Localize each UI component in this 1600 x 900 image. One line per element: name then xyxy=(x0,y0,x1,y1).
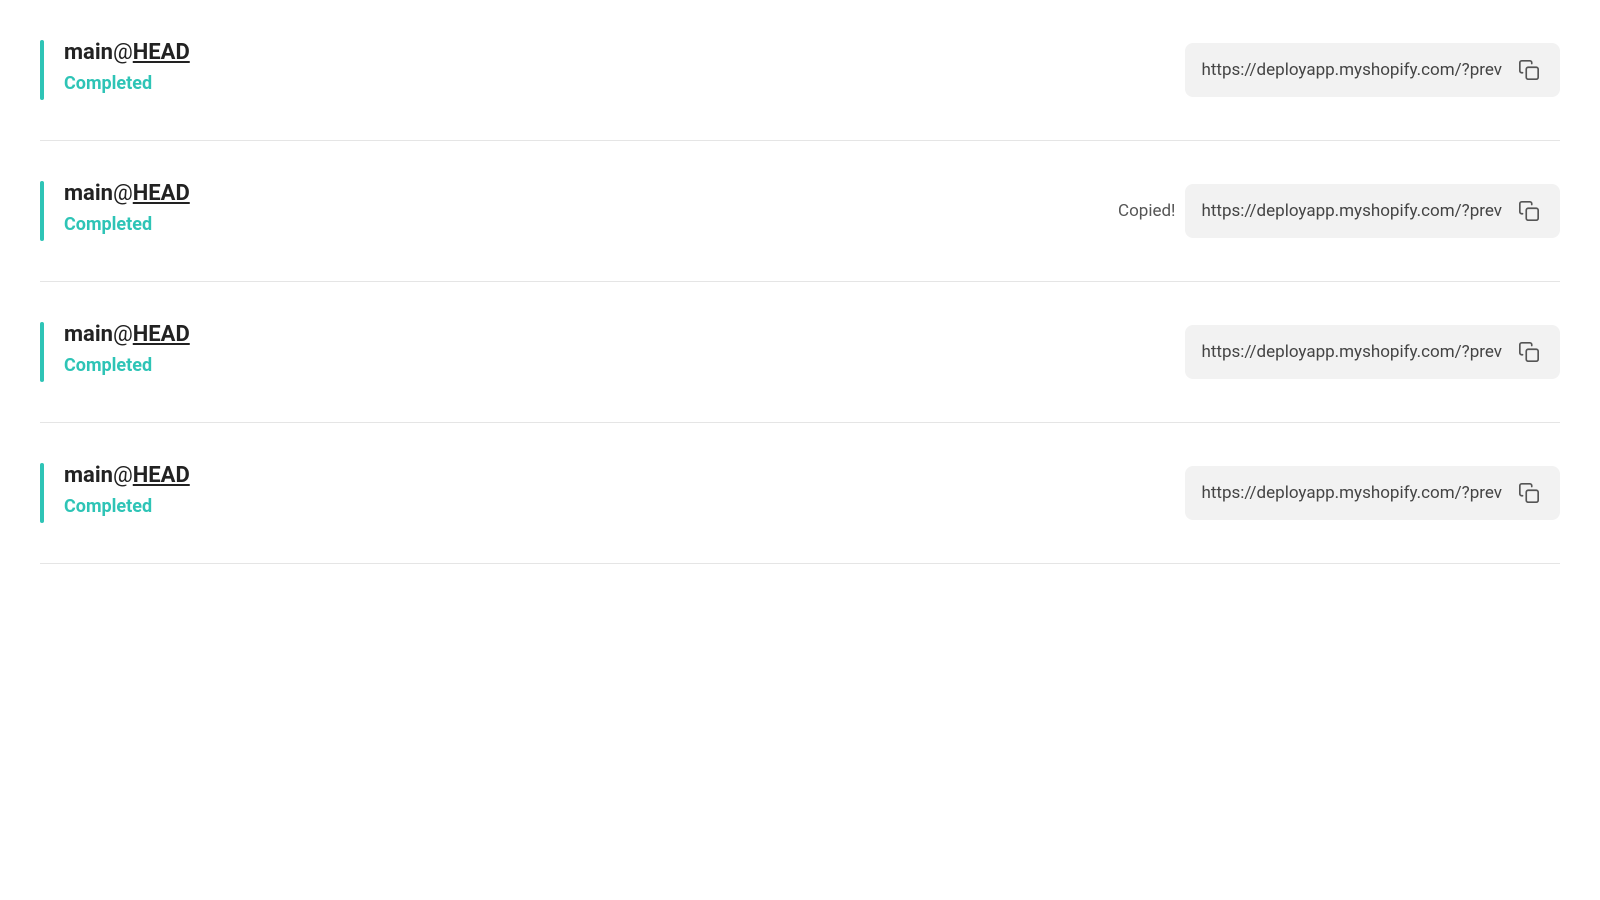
deploy-url: https://deployapp.myshopify.com/?prev xyxy=(1201,342,1502,362)
deploy-title: main@HEAD xyxy=(64,463,190,488)
deploy-right: https://deployapp.myshopify.com/?prev xyxy=(1185,325,1560,379)
copy-url-button[interactable] xyxy=(1514,478,1544,508)
deploy-title: main@HEAD xyxy=(64,181,190,206)
deploy-url: https://deployapp.myshopify.com/?prev xyxy=(1201,201,1502,221)
copy-icon xyxy=(1518,200,1540,222)
at-sign: @ xyxy=(113,40,133,65)
deploy-title: main@HEAD xyxy=(64,322,190,347)
ref-link[interactable]: HEAD xyxy=(133,40,190,65)
deployments-list: main@HEAD Completed https://deployapp.my… xyxy=(0,0,1600,564)
deploy-info: main@HEAD Completed xyxy=(64,181,190,235)
status-bar xyxy=(40,40,44,100)
at-sign: @ xyxy=(113,322,133,347)
deploy-left: main@HEAD Completed xyxy=(40,463,190,523)
deploy-info: main@HEAD Completed xyxy=(64,40,190,94)
branch-name: main xyxy=(64,322,113,347)
deploy-info: main@HEAD Completed xyxy=(64,322,190,376)
deploy-left: main@HEAD Completed xyxy=(40,322,190,382)
copy-icon xyxy=(1518,59,1540,81)
copy-url-button[interactable] xyxy=(1514,196,1544,226)
copy-icon xyxy=(1518,482,1540,504)
branch-name: main xyxy=(64,181,113,206)
status-badge: Completed xyxy=(64,73,190,94)
status-badge: Completed xyxy=(64,355,190,376)
status-bar xyxy=(40,463,44,523)
deploy-right: https://deployapp.myshopify.com/?prev xyxy=(1185,466,1560,520)
deploy-right: https://deployapp.myshopify.com/?prev xyxy=(1185,43,1560,97)
status-badge: Completed xyxy=(64,496,190,517)
deploy-title: main@HEAD xyxy=(64,40,190,65)
deploy-url: https://deployapp.myshopify.com/?prev xyxy=(1201,483,1502,503)
status-bar xyxy=(40,181,44,241)
deploy-item: main@HEAD Completed https://deployapp.my… xyxy=(40,0,1560,141)
ref-link[interactable]: HEAD xyxy=(133,463,190,488)
deploy-info: main@HEAD Completed xyxy=(64,463,190,517)
deploy-item: main@HEAD Completed Copied! https://depl… xyxy=(40,141,1560,282)
deploy-item: main@HEAD Completed https://deployapp.my… xyxy=(40,423,1560,564)
deploy-url: https://deployapp.myshopify.com/?prev xyxy=(1201,60,1502,80)
ref-link[interactable]: HEAD xyxy=(133,322,190,347)
status-badge: Completed xyxy=(64,214,190,235)
branch-name: main xyxy=(64,40,113,65)
branch-name: main xyxy=(64,463,113,488)
at-sign: @ xyxy=(113,181,133,206)
deploy-item: main@HEAD Completed https://deployapp.my… xyxy=(40,282,1560,423)
url-box: https://deployapp.myshopify.com/?prev xyxy=(1185,43,1560,97)
ref-link[interactable]: HEAD xyxy=(133,181,190,206)
copied-label: Copied! xyxy=(1118,201,1175,221)
copy-url-button[interactable] xyxy=(1514,337,1544,367)
url-box: https://deployapp.myshopify.com/?prev xyxy=(1185,325,1560,379)
copy-icon xyxy=(1518,341,1540,363)
status-bar xyxy=(40,322,44,382)
url-box: https://deployapp.myshopify.com/?prev xyxy=(1185,466,1560,520)
url-box: https://deployapp.myshopify.com/?prev xyxy=(1185,184,1560,238)
deploy-right: Copied! https://deployapp.myshopify.com/… xyxy=(1118,184,1560,238)
deploy-left: main@HEAD Completed xyxy=(40,181,190,241)
at-sign: @ xyxy=(113,463,133,488)
copy-url-button[interactable] xyxy=(1514,55,1544,85)
deploy-left: main@HEAD Completed xyxy=(40,40,190,100)
